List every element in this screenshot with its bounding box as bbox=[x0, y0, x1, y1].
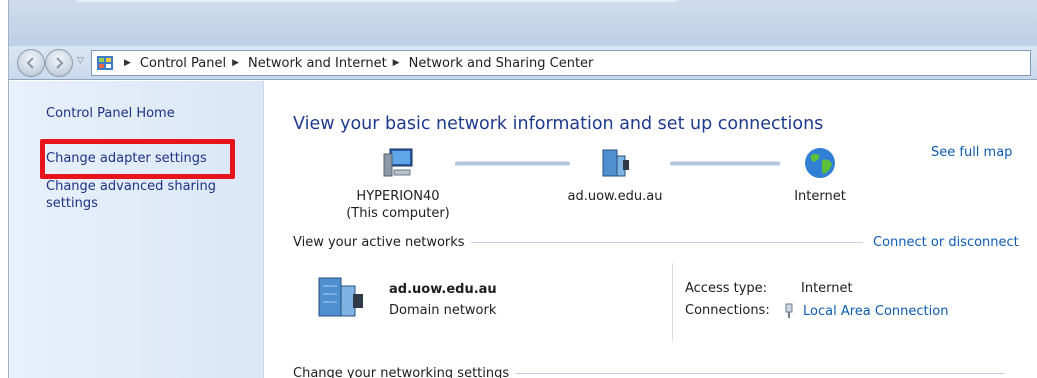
breadcrumb-separator[interactable]: ▶ bbox=[232, 58, 239, 68]
active-network-name: ad.uow.edu.au bbox=[389, 282, 497, 297]
control-panel-icon bbox=[97, 56, 113, 70]
breadcrumb-network-and-internet[interactable]: Network and Internet bbox=[248, 56, 387, 71]
page-title: View your basic network information and … bbox=[293, 114, 824, 134]
network-node-computer[interactable]: HYPERION40 (This computer) bbox=[333, 146, 463, 222]
address-field[interactable]: ▶ Control Panel ▶ Network and Internet ▶… bbox=[91, 50, 1031, 76]
heading-rule bbox=[470, 242, 863, 243]
access-type-value: Internet bbox=[801, 281, 853, 296]
local-area-connection-link[interactable]: Local Area Connection bbox=[784, 303, 948, 319]
recent-pages-dropdown[interactable]: ▽ bbox=[77, 56, 84, 66]
breadcrumb-separator[interactable]: ▶ bbox=[393, 58, 400, 68]
domain-name: ad.uow.edu.au bbox=[567, 189, 663, 204]
change-settings-heading: Change your networking settings bbox=[293, 366, 1013, 378]
see-full-map-link[interactable]: See full map bbox=[931, 145, 1012, 160]
title-bar bbox=[9, 0, 1037, 46]
access-type-label: Access type: bbox=[685, 281, 768, 296]
network-node-internet[interactable]: Internet bbox=[770, 146, 870, 205]
breadcrumb-separator[interactable]: ▶ bbox=[124, 58, 131, 68]
active-networks-heading-text: View your active networks bbox=[293, 235, 465, 250]
sidebar: Control Panel Home Change adapter settin… bbox=[9, 81, 264, 378]
domain-server-icon bbox=[602, 149, 629, 177]
computer-icon bbox=[383, 148, 413, 177]
ethernet-plug-icon bbox=[785, 303, 793, 318]
network-node-domain[interactable]: ad.uow.edu.au bbox=[555, 146, 675, 205]
sidebar-control-panel-home[interactable]: Control Panel Home bbox=[46, 105, 175, 122]
active-network-type: Domain network bbox=[389, 303, 497, 318]
title-bar-highlight bbox=[77, 0, 677, 2]
network-details-divider bbox=[672, 263, 673, 341]
connect-or-disconnect-link[interactable]: Connect or disconnect bbox=[869, 235, 1019, 250]
sidebar-change-adapter-settings[interactable]: Change adapter settings bbox=[46, 150, 207, 167]
forward-arrow-icon bbox=[56, 57, 64, 69]
heading-rule bbox=[515, 373, 1006, 374]
connection-line bbox=[670, 161, 780, 166]
change-settings-heading-text: Change your networking settings bbox=[293, 366, 510, 378]
globe-icon bbox=[805, 148, 835, 178]
breadcrumb-control-panel[interactable]: Control Panel bbox=[140, 56, 226, 71]
back-arrow-icon bbox=[26, 57, 34, 69]
window: ▽ ▶ Control Panel ▶ Network and Internet… bbox=[8, 0, 1037, 378]
local-area-connection-text: Local Area Connection bbox=[803, 303, 949, 319]
breadcrumb-network-sharing-center[interactable]: Network and Sharing Center bbox=[409, 56, 594, 71]
computer-subtitle: (This computer) bbox=[346, 206, 450, 221]
forward-button[interactable] bbox=[45, 49, 73, 77]
domain-network-icon bbox=[318, 277, 363, 317]
computer-name: HYPERION40 bbox=[356, 189, 440, 204]
back-button[interactable] bbox=[17, 49, 45, 77]
internet-label: Internet bbox=[794, 189, 846, 204]
connection-line bbox=[455, 161, 570, 166]
navigation-bar: ▽ ▶ Control Panel ▶ Network and Internet… bbox=[9, 46, 1037, 80]
main-content: View your basic network information and … bbox=[265, 81, 1037, 378]
connections-label: Connections: bbox=[685, 303, 770, 318]
sidebar-change-advanced-sharing[interactable]: Change advanced sharing settings bbox=[46, 178, 236, 212]
